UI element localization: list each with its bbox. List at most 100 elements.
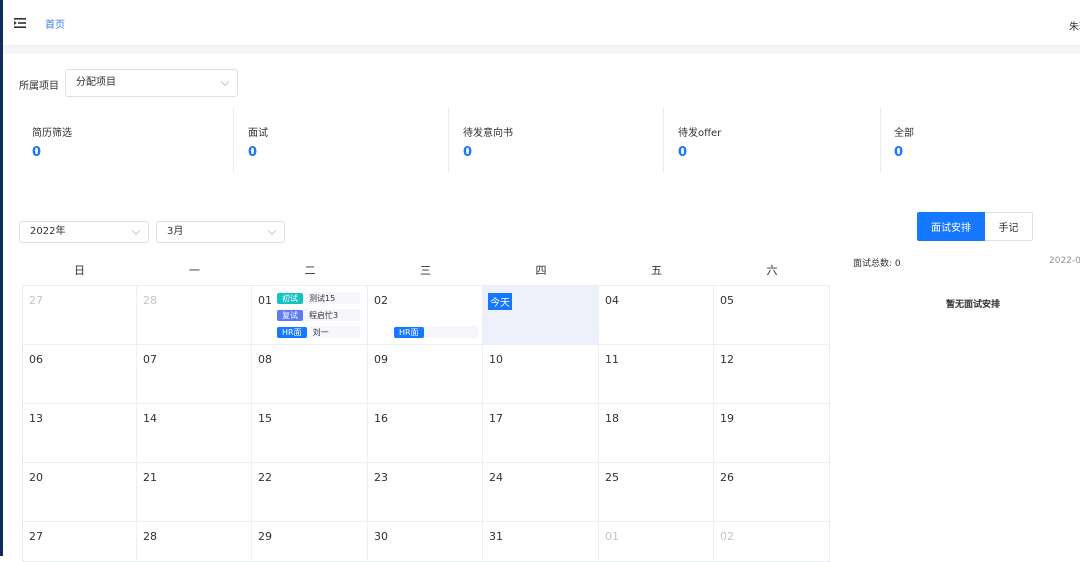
user-name[interactable]: 朱玥 [1069, 18, 1080, 33]
calendar-day[interactable]: 14 [137, 404, 252, 463]
calendar-day[interactable]: 02 [714, 522, 830, 562]
day-number: 10 [489, 353, 503, 366]
chevron-down-icon [220, 77, 230, 87]
day-number: 26 [720, 471, 734, 484]
day-number: 22 [258, 471, 272, 484]
calendar-day[interactable]: 24 [483, 463, 599, 522]
interview-stage-tag: 初试 [277, 292, 303, 304]
calendar-day[interactable]: 31 [483, 522, 599, 562]
interview-event[interactable]: HR面 刘一 [277, 326, 360, 338]
weekday-header: 日一二三四五六 [22, 262, 830, 284]
day-number: 24 [489, 471, 503, 484]
day-number: 20 [29, 471, 43, 484]
calendar-day[interactable]: 11 [599, 345, 714, 404]
interview-event[interactable]: HR面 [394, 326, 478, 338]
stat-label: 简历筛选 [32, 128, 72, 139]
calendar-day[interactable]: 16 [368, 404, 483, 463]
day-number: 18 [605, 412, 619, 425]
interview-event[interactable]: 复试 程启忙3 [277, 309, 360, 321]
stat-divider [663, 107, 664, 173]
project-select-value: 分配项目 [76, 77, 116, 88]
calendar-day[interactable]: 23 [368, 463, 483, 522]
day-number: 13 [29, 412, 43, 425]
day-number: 29 [258, 530, 272, 543]
calendar-day[interactable]: 28 [137, 285, 252, 345]
tab-notes[interactable]: 手记 [985, 212, 1033, 241]
calendar-day[interactable]: 12 [714, 345, 830, 404]
calendar-day[interactable]: 13 [22, 404, 137, 463]
year-select[interactable]: 2022年 [19, 221, 149, 243]
menu-fold-icon[interactable] [13, 15, 27, 29]
calendar-day[interactable]: 28 [137, 522, 252, 562]
weekday-label: 四 [535, 264, 547, 277]
interview-stage-tag: 复试 [277, 309, 303, 321]
calendar-day[interactable]: 29 [252, 522, 368, 562]
calendar-day[interactable]: 01 [599, 522, 714, 562]
day-number: 02 [720, 530, 734, 543]
left-edge-strip [0, 0, 3, 556]
day-number: 08 [258, 353, 272, 366]
day-number: 28 [143, 530, 157, 543]
calendar-day[interactable]: 09 [368, 345, 483, 404]
calendar-day[interactable]: 21 [137, 463, 252, 522]
interview-event[interactable]: 初试 测试15 [277, 292, 360, 304]
stat-value: 0 [32, 145, 42, 160]
day-number: 02 [374, 294, 388, 307]
weekday-label: 一 [189, 264, 200, 277]
calendar-day[interactable]: 20 [22, 463, 137, 522]
calendar-day[interactable]: 18 [599, 404, 714, 463]
calendar-day[interactable]: 27 [22, 285, 137, 345]
stat-label: 待发offer [678, 128, 722, 139]
side-date: 2022-03 [1049, 256, 1080, 266]
calendar-day[interactable]: 30 [368, 522, 483, 562]
interview-total: 面试总数: 0 [853, 259, 901, 269]
calendar-day[interactable]: 22 [252, 463, 368, 522]
calendar-day[interactable]: 27 [22, 522, 137, 562]
weekday-label: 三 [420, 264, 431, 277]
calendar-day[interactable]: 26 [714, 463, 830, 522]
calendar-day[interactable]: 10 [483, 345, 599, 404]
calendar-day-today[interactable]: 今天 [483, 285, 599, 345]
calendar-day[interactable]: 06 [22, 345, 137, 404]
view-tabs: 面试安排 手记 [917, 212, 1033, 241]
calendar-day[interactable]: 08 [252, 345, 368, 404]
stat-value: 0 [678, 145, 688, 160]
day-number: 11 [605, 353, 619, 366]
stat-value: 0 [894, 145, 904, 160]
month-select-value: 3月 [167, 226, 184, 237]
day-number: 09 [374, 353, 388, 366]
day-number: 04 [605, 294, 619, 307]
calendar-day[interactable]: 07 [137, 345, 252, 404]
candidate-name: 测试15 [309, 293, 336, 303]
weekday-label: 二 [304, 264, 316, 277]
header-divider [3, 46, 1080, 54]
day-number: 01 [258, 294, 272, 307]
project-select[interactable]: 分配项目 [65, 69, 238, 97]
calendar-day[interactable]: 19 [714, 404, 830, 463]
weekday-label: 日 [74, 264, 85, 277]
calendar-day[interactable]: 05 [714, 285, 830, 345]
day-number: 30 [374, 530, 388, 543]
calendar-day[interactable]: 17 [483, 404, 599, 463]
stat-label: 全部 [894, 128, 914, 139]
calendar-day[interactable]: 02 HR面 [368, 285, 483, 345]
tab-interview-schedule[interactable]: 面试安排 [917, 212, 985, 241]
day-number: 06 [29, 353, 43, 366]
day-number: 27 [29, 294, 43, 307]
candidate-name: 刘一 [312, 327, 329, 337]
calendar-day[interactable]: 25 [599, 463, 714, 522]
day-number: 14 [143, 412, 157, 425]
breadcrumb-home[interactable]: 首页 [45, 16, 65, 31]
calendar-day[interactable]: 15 [252, 404, 368, 463]
calendar-day[interactable]: 04 [599, 285, 714, 345]
month-select[interactable]: 3月 [156, 221, 285, 243]
day-number: 01 [605, 530, 619, 543]
day-number: 25 [605, 471, 619, 484]
interview-stage-tag: HR面 [277, 326, 307, 338]
stat-label: 待发意向书 [463, 128, 513, 139]
calendar-day[interactable]: 01 初试 测试15 复试 程启忙3 HR面 刘一 [252, 285, 368, 345]
empty-schedule-message: 暂无面试安排 [946, 300, 1001, 310]
candidate-name: 程启忙3 [309, 310, 339, 320]
day-number: 27 [29, 530, 43, 543]
weekday-label: 五 [651, 264, 662, 277]
